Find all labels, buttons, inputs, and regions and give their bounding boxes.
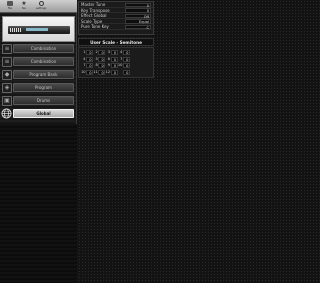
user-scale-cell: 20 [93, 50, 106, 56]
user-scale-cell: 70 [118, 56, 130, 63]
globe-icon[interactable] [1, 108, 12, 119]
user-scale-cell: 70 [81, 63, 93, 69]
sound-icon[interactable]: ≡ [2, 57, 12, 67]
semitone-field[interactable]: 0 [98, 50, 106, 55]
bank-icon[interactable]: ◆ [2, 70, 12, 80]
favorites-button[interactable]: ★ fav [21, 1, 27, 12]
semitone-field[interactable]: 0 [122, 63, 130, 68]
semitone-field[interactable]: 0 [86, 69, 93, 75]
mode-row-global: Global [0, 108, 77, 120]
scale-type-field[interactable]: Equal [125, 19, 151, 24]
effect-global-field[interactable]: Off [125, 13, 151, 18]
user-scale-cell: 50 [93, 56, 106, 63]
user-scale-cell: 80 [93, 63, 106, 69]
param-label: Key Transpose [81, 7, 110, 13]
param-label: Scale Type [81, 18, 103, 24]
settings-button[interactable]: settings [36, 1, 46, 12]
mode-row-sound-2: ≡ Combination [0, 57, 77, 68]
param-label: Master Tune [81, 2, 106, 7]
user-scale-cell: 12 0 [106, 69, 118, 76]
synthesizer-icon [8, 26, 70, 34]
main-area: Master Tune 0 Key Transpose 0 Effect Glo… [78, 0, 320, 283]
semitone-field[interactable]: 0 [98, 63, 106, 68]
sound-icon[interactable]: ≡ [2, 44, 12, 54]
folder-icon [7, 1, 13, 6]
user-scale-cell: 60 [106, 56, 118, 63]
synth-display [26, 28, 48, 31]
semitone-field[interactable]: 0 [110, 69, 118, 75]
user-scale-cell: 10 [81, 50, 93, 56]
gear-icon [38, 1, 44, 6]
toolbar: file ★ fav settings [0, 0, 77, 13]
semitone-field[interactable]: 0 [110, 63, 118, 68]
mode-row-program-bank: ◆ Program Bank [0, 70, 77, 81]
user-scale-cell: 30 [106, 50, 118, 56]
semitone-field[interactable]: 0 [86, 63, 93, 68]
semitone-field[interactable]: 0 [110, 56, 118, 62]
param-label: Pure Tone Key [81, 24, 109, 30]
key-transpose-field[interactable]: 0 [125, 8, 151, 13]
star-icon: ★ [21, 0, 27, 7]
user-scale-row: 10 0 11 0 12 0 0 [81, 69, 151, 77]
semitone-field[interactable]: 0 [86, 56, 93, 62]
param-label: Effect Global [81, 13, 107, 19]
mode-button-program[interactable]: Program [13, 83, 74, 92]
user-scale-cell: 0 [118, 69, 130, 76]
settings-button-label: settings [36, 7, 47, 10]
drums-icon[interactable]: ▣ [2, 96, 12, 106]
semitone-field[interactable]: 0 [110, 50, 118, 55]
synth-image [2, 16, 75, 42]
semitone-field[interactable]: 0 [122, 56, 130, 62]
mode-button-combination-2[interactable]: Combination [13, 57, 74, 66]
mode-row-sound-1: ≡ Combination [0, 44, 77, 55]
master-tune-field[interactable]: 0 [125, 2, 151, 7]
user-scale-cell: 10 0 [81, 69, 93, 76]
file-button-label: file [8, 7, 12, 10]
global-params-panel: Master Tune 0 Key Transpose 0 Effect Glo… [78, 1, 154, 35]
param-row: Pure Tone Key C [79, 24, 153, 30]
user-scale-grid: 10 20 30 40 40 50 60 70 70 80 90 10 0 10 0… [78, 47, 154, 78]
user-scale-cell: 10 0 [118, 63, 130, 69]
mode-row-drums: ▣ Drums [0, 96, 77, 107]
favorites-button-label: fav [21, 7, 27, 10]
semitone-field[interactable]: 0 [98, 69, 106, 75]
user-scale-cell: 40 [81, 56, 93, 63]
semitone-field[interactable]: 0 [122, 50, 130, 55]
mode-button-program-bank[interactable]: Program Bank [13, 70, 74, 79]
mode-button-combination[interactable]: Combination [13, 44, 74, 53]
file-button[interactable]: file [7, 1, 13, 12]
user-scale-cell: 90 [106, 63, 118, 69]
user-scale-cell: 40 [118, 50, 130, 56]
user-scale-title: User Scale - Semitone [78, 38, 154, 46]
mode-button-drums[interactable]: Drums [13, 96, 74, 105]
semitone-field[interactable]: 0 [122, 69, 130, 75]
pure-tone-key-field[interactable]: C [125, 24, 151, 30]
semitone-field[interactable]: 0 [98, 56, 106, 62]
user-scale-cell: 11 0 [93, 69, 106, 76]
semitone-field[interactable]: 0 [86, 50, 93, 55]
left-panel: file ★ fav settings ≡ Combination ≡ Comb… [0, 0, 77, 283]
mode-row-program: ◈ Program [0, 83, 77, 94]
synth-keys [10, 28, 22, 32]
left-panel-empty-area [0, 124, 77, 283]
program-icon[interactable]: ◈ [2, 83, 12, 93]
mode-button-global[interactable]: Global [13, 109, 74, 118]
